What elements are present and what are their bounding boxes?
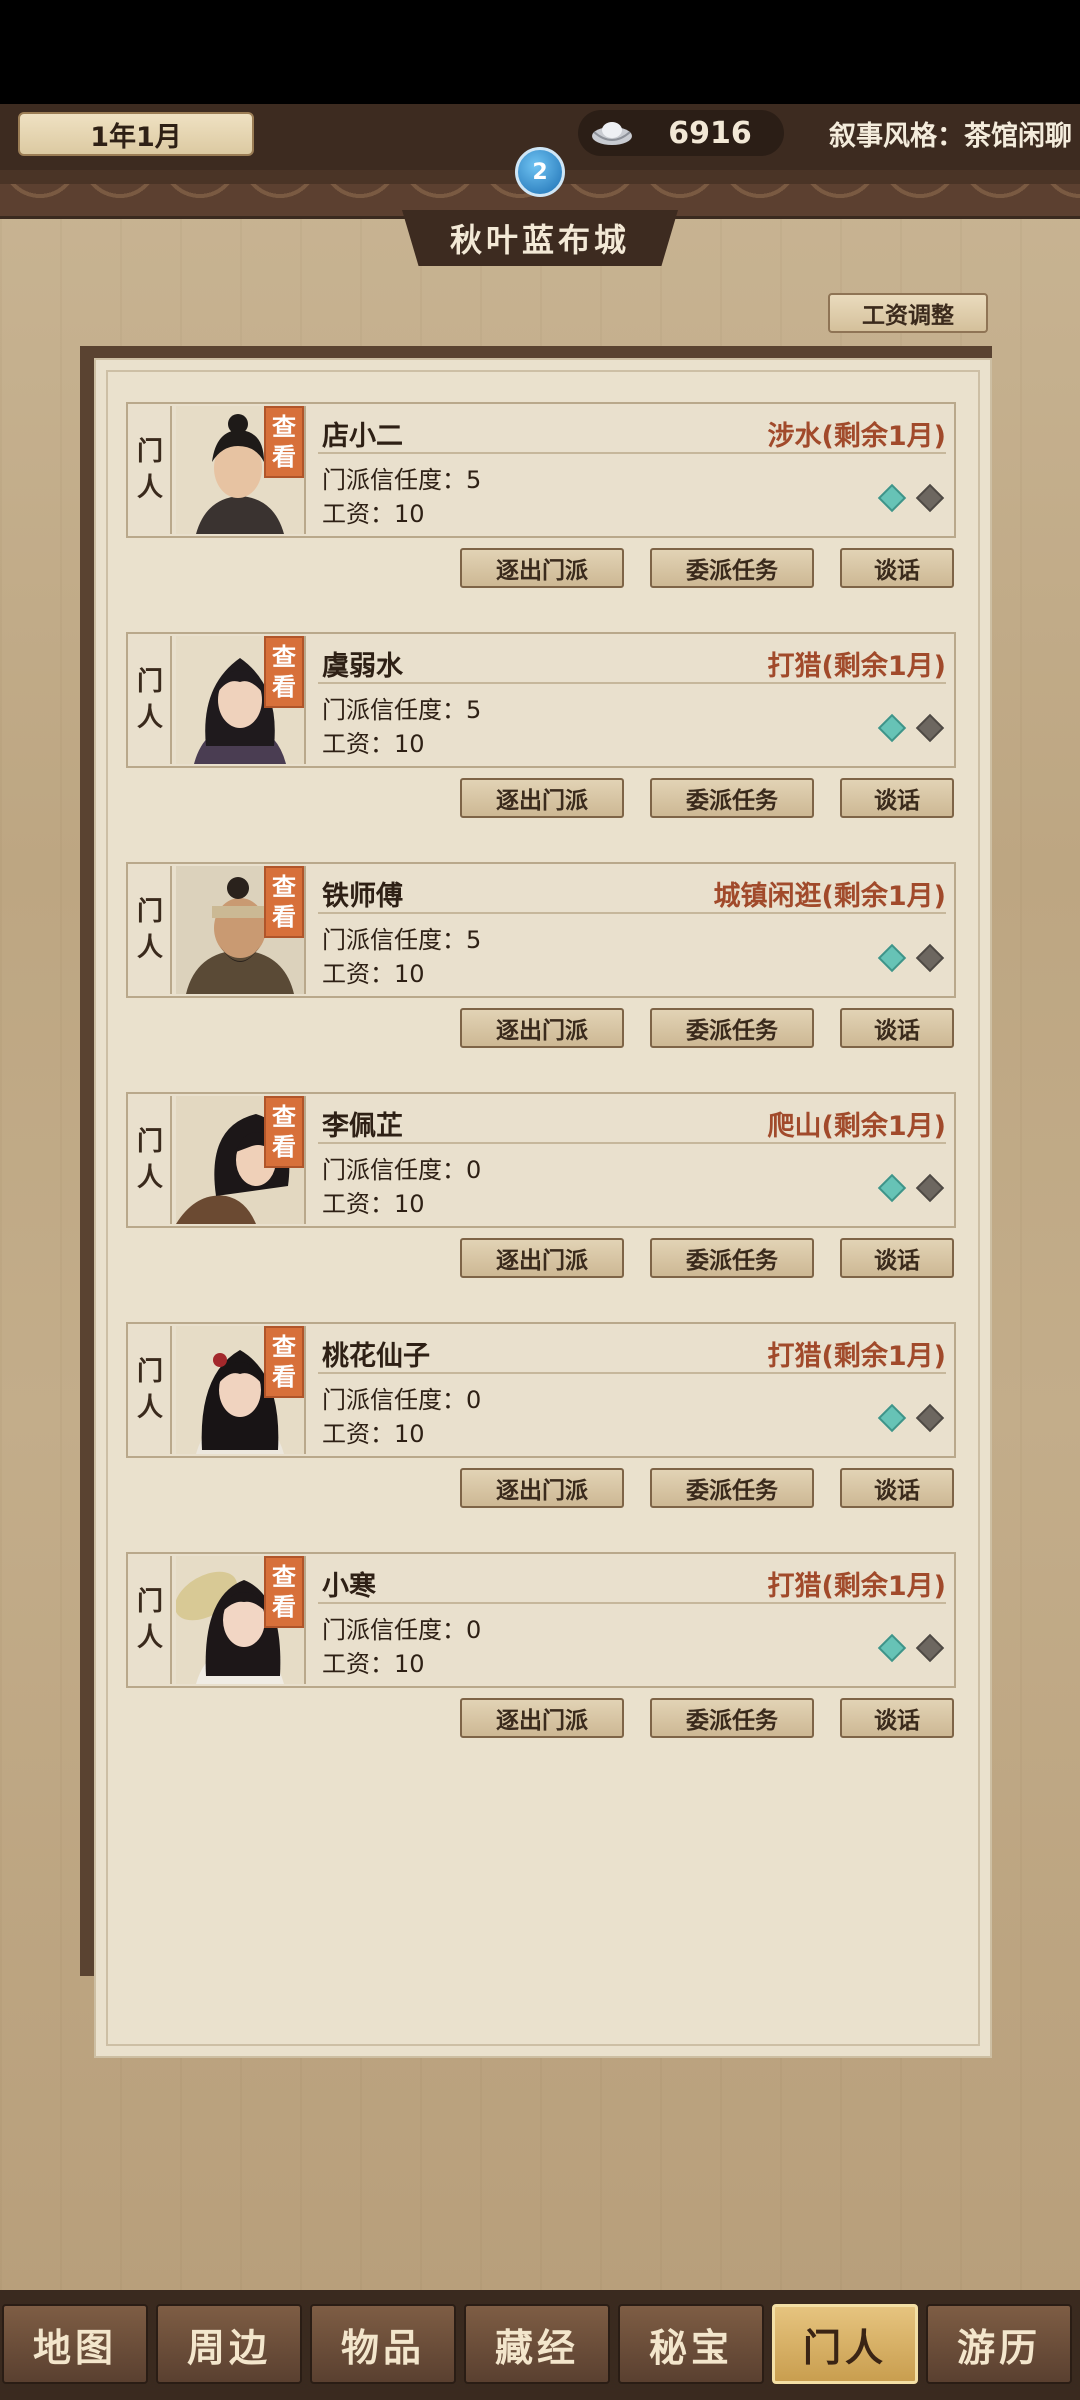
expel-button[interactable]: 逐出门派: [460, 1008, 624, 1048]
member-trust: 门派信任度：5: [322, 466, 482, 494]
member-wage: 工资：10: [322, 1650, 425, 1678]
wage-adjust-button[interactable]: 工资调整: [828, 293, 988, 333]
card-divider: [318, 1142, 946, 1144]
view-button[interactable]: 查看: [264, 636, 304, 708]
member-tag: 门人: [130, 636, 172, 764]
member-tag: 门人: [130, 1556, 172, 1684]
member-card: 门人 查看 李佩芷 爬山(剩余1月) 门派信任度：0 工资：10: [126, 1092, 956, 1228]
member-name: 小寒: [322, 1571, 376, 1602]
member-status: 城镇闲逛(剩余1月): [713, 881, 946, 912]
member-name: 桃花仙子: [322, 1341, 430, 1372]
member-status: 爬山(剩余1月): [767, 1111, 946, 1142]
expel-button[interactable]: 逐出门派: [460, 1468, 624, 1508]
talk-button[interactable]: 谈话: [840, 778, 954, 818]
card-divider: [318, 912, 946, 914]
nav-tab-nearby[interactable]: 周边: [156, 2304, 302, 2384]
view-button[interactable]: 查看: [264, 866, 304, 938]
assign-task-button[interactable]: 委派任务: [650, 548, 814, 588]
teal-diamond-icon: [877, 1173, 907, 1203]
member-status: 打猎(剩余1月): [767, 1341, 946, 1372]
member-trust: 门派信任度：5: [322, 926, 482, 954]
gray-diamond-icon: [915, 483, 945, 513]
date-display: 1年1月: [18, 112, 254, 156]
member-tag: 门人: [130, 1096, 172, 1224]
gray-diamond-icon: [915, 1403, 945, 1433]
narrative-style[interactable]: 叙事风格：茶馆闲聊: [810, 112, 1072, 154]
member-trust: 门派信任度：0: [322, 1386, 482, 1414]
city-title: 秋叶蓝布城: [402, 210, 678, 266]
talk-button[interactable]: 谈话: [840, 548, 954, 588]
teal-diamond-icon: [877, 1403, 907, 1433]
system-status-bar: [0, 0, 1080, 104]
member-status: 打猎(剩余1月): [767, 1571, 946, 1602]
teal-diamond-icon: [877, 713, 907, 743]
member-trust: 门派信任度：0: [322, 1616, 482, 1644]
nav-tab-travel[interactable]: 游历: [926, 2304, 1072, 2384]
assign-task-button[interactable]: 委派任务: [650, 1238, 814, 1278]
view-button[interactable]: 查看: [264, 1326, 304, 1398]
gray-diamond-icon: [915, 1633, 945, 1663]
card-divider: [318, 452, 946, 454]
view-button[interactable]: 查看: [264, 406, 304, 478]
member-tag: 门人: [130, 866, 172, 994]
view-button[interactable]: 查看: [264, 1556, 304, 1628]
member-wage: 工资：10: [322, 1420, 425, 1448]
member-status: 打猎(剩余1月): [767, 651, 946, 682]
expel-button[interactable]: 逐出门派: [460, 1698, 624, 1738]
member-wage: 工资：10: [322, 960, 425, 988]
card-divider: [318, 682, 946, 684]
talk-button[interactable]: 谈话: [840, 1008, 954, 1048]
card-divider: [318, 1372, 946, 1374]
nav-tab-scriptures[interactable]: 藏经: [464, 2304, 610, 2384]
member-card: 门人 查看 虞弱水 打猎(剩余1月) 门派信任度：5 工资：10: [126, 632, 956, 768]
member-wage: 工资：10: [322, 1190, 425, 1218]
member-name: 店小二: [322, 421, 403, 452]
nav-tab-items[interactable]: 物品: [310, 2304, 456, 2384]
assign-task-button[interactable]: 委派任务: [650, 1468, 814, 1508]
member-card: 门人 查看 店小二 涉水(剩余1月) 门派信任度：5 工资：10: [126, 402, 956, 538]
member-card: 门人 查看 小寒 打猎(剩余1月) 门派信任度：0 工资：10: [126, 1552, 956, 1688]
assign-task-button[interactable]: 委派任务: [650, 1698, 814, 1738]
teal-diamond-icon: [877, 483, 907, 513]
expel-button[interactable]: 逐出门派: [460, 1238, 624, 1278]
card-divider: [318, 1602, 946, 1604]
talk-button[interactable]: 谈话: [840, 1698, 954, 1738]
teal-diamond-icon: [877, 1633, 907, 1663]
gray-diamond-icon: [915, 713, 945, 743]
member-name: 铁师傅: [322, 881, 403, 912]
member-trust: 门派信任度：0: [322, 1156, 482, 1184]
view-button[interactable]: 查看: [264, 1096, 304, 1168]
notification-badge[interactable]: 2: [515, 147, 565, 197]
member-name: 虞弱水: [322, 651, 403, 682]
gray-diamond-icon: [915, 1173, 945, 1203]
gray-diamond-icon: [915, 943, 945, 973]
member-wage: 工资：10: [322, 500, 425, 528]
expel-button[interactable]: 逐出门派: [460, 548, 624, 588]
nav-tab-disciples[interactable]: 门人: [772, 2304, 918, 2384]
assign-task-button[interactable]: 委派任务: [650, 1008, 814, 1048]
expel-button[interactable]: 逐出门派: [460, 778, 624, 818]
teal-diamond-icon: [877, 943, 907, 973]
member-tag: 门人: [130, 406, 172, 534]
member-trust: 门派信任度：5: [322, 696, 482, 724]
nav-tab-treasures[interactable]: 秘宝: [618, 2304, 764, 2384]
member-tag: 门人: [130, 1326, 172, 1454]
assign-task-button[interactable]: 委派任务: [650, 778, 814, 818]
silver-ingot-icon: [592, 122, 632, 145]
member-card: 门人 查看 铁师傅 城镇闲逛(剩余1月) 门派信任度：5 工资：10: [126, 862, 956, 998]
silver-amount: 6916: [668, 115, 752, 151]
member-name: 李佩芷: [322, 1111, 403, 1142]
member-card: 门人 查看 桃花仙子 打猎(剩余1月) 门派信任度：0 工资：10: [126, 1322, 956, 1458]
talk-button[interactable]: 谈话: [840, 1238, 954, 1278]
talk-button[interactable]: 谈话: [840, 1468, 954, 1508]
nav-tab-map[interactable]: 地图: [2, 2304, 148, 2384]
member-status: 涉水(剩余1月): [767, 421, 946, 452]
member-wage: 工资：10: [322, 730, 425, 758]
